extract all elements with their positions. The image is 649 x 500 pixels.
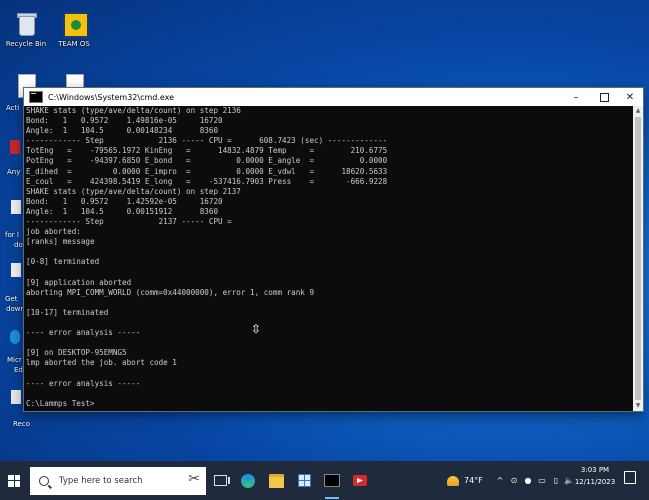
app-taskbar-button[interactable] — [346, 461, 374, 500]
weather-icon — [447, 475, 459, 486]
console-line: SHAKE stats (type/ave/delta/count) on st… — [26, 186, 241, 196]
scroll-up-icon[interactable]: ▲ — [633, 106, 643, 116]
recycle-bin-icon[interactable]: Recycle Bin — [0, 10, 52, 48]
weather-temp: 74°F — [464, 476, 483, 485]
desktop-partial-label: Acti — [6, 104, 20, 112]
battery-icon[interactable]: ▯ — [549, 461, 563, 500]
desktop-partial-label: do — [14, 241, 23, 249]
console-output[interactable]: SHAKE stats (type/ave/delta/count) on st… — [24, 106, 635, 411]
console-line: [9] on DESKTOP-95EMNG5 — [26, 348, 127, 358]
desktop-partial-label: Any — [7, 168, 21, 176]
window-titlebar[interactable]: C:\Windows\System32\cmd.exe – ✕ — [24, 88, 643, 106]
console-line: ------------ Step 2136 ----- CPU = 608.7… — [26, 136, 388, 146]
search-icon — [39, 475, 49, 486]
console-line: [10-17] terminated — [26, 307, 109, 317]
console-line: ---- error analysis ----- — [26, 328, 141, 338]
network-icon[interactable]: ▭ — [535, 461, 549, 500]
desktop-partial-label: Reco — [13, 420, 30, 428]
clock-time: 3:03 PM — [580, 466, 610, 474]
console-line: ------------ Step 2137 ----- CPU = — [26, 217, 232, 227]
notification-icon[interactable] — [624, 471, 636, 484]
taskbar-clock[interactable]: 3:03 PM 12/11/2023 — [573, 464, 617, 488]
console-line: Angle: 1 104.5 0.00151912 8360 — [26, 206, 219, 216]
red-app-icon — [353, 475, 367, 486]
search-highlight-icon: ✂ — [188, 470, 200, 487]
minimize-button[interactable]: – — [562, 88, 590, 106]
task-view-button[interactable] — [206, 461, 234, 500]
console-line: lmp aborted the job. abort code 1 — [26, 358, 177, 368]
cmd-icon — [29, 91, 43, 103]
clock-date: 12/11/2023 — [574, 478, 616, 486]
minimize-icon: – — [573, 91, 579, 103]
file-explorer-button[interactable] — [262, 461, 290, 500]
team-os-glyph-icon — [60, 10, 89, 38]
document-icon — [11, 390, 21, 404]
desktop-partial-label: for I — [5, 231, 19, 239]
console-line: ---- error analysis ----- — [26, 378, 141, 388]
team-os-label: TEAM OS — [58, 40, 90, 48]
document-icon — [11, 263, 21, 277]
start-button[interactable] — [0, 461, 28, 500]
store-icon — [297, 474, 311, 487]
team-os-icon[interactable]: TEAM OS — [48, 10, 100, 48]
console-line: Angle: 1 104.5 0.00148234 8360 — [26, 126, 219, 136]
maximize-button[interactable] — [590, 88, 618, 106]
console-line: Bond: 1 0.9572 1.42592e-05 16720 — [26, 196, 223, 206]
search-placeholder: Type here to search — [59, 475, 143, 486]
console-line: aborting MPI_COMM_WORLD (comm=0x44000000… — [26, 287, 315, 297]
tray-app-icon[interactable]: ⊙ — [507, 461, 521, 500]
task-view-icon — [213, 475, 230, 486]
vertical-scrollbar[interactable]: ▲ ▼ — [633, 106, 643, 411]
show-hidden-icons-button[interactable]: ^ — [493, 461, 507, 500]
close-button[interactable]: ✕ — [616, 88, 644, 106]
desktop-partial-label: down — [6, 305, 25, 313]
folder-icon — [268, 473, 284, 488]
edge-icon — [10, 330, 20, 344]
console-line: PotEng = -94397.6850 E_bond = 0.0000 E_a… — [26, 156, 388, 166]
desktop-partial-label: Micr — [7, 356, 22, 364]
resize-cursor-icon: ⇳ — [251, 322, 262, 336]
scroll-down-icon[interactable]: ▼ — [633, 401, 643, 411]
cmd-icon — [324, 474, 340, 487]
console-line: SHAKE stats (type/ave/delta/count) on st… — [26, 106, 241, 115]
scrollbar-thumb[interactable] — [635, 117, 641, 400]
search-box[interactable]: Type here to search ✂ — [30, 466, 206, 495]
close-icon: ✕ — [625, 91, 635, 103]
store-button[interactable] — [290, 461, 318, 500]
recycle-bin-glyph-icon — [12, 10, 40, 38]
console-line: C:\Lammps Test> — [26, 398, 95, 408]
recycle-bin-label: Recycle Bin — [5, 40, 47, 48]
windows-logo-icon — [8, 474, 20, 487]
desktop-partial-label: Ed — [14, 366, 23, 374]
console-line: job aborted: — [26, 227, 81, 237]
console-line: E_coul = 424398.5419 E_long = -537416.79… — [26, 176, 388, 186]
weather-widget[interactable]: 74°F — [447, 461, 483, 500]
chevron-up-icon: ^ — [496, 476, 504, 485]
cmd-taskbar-button[interactable] — [318, 461, 346, 500]
edge-icon — [241, 473, 255, 488]
window-title: C:\Windows\System32\cmd.exe — [48, 92, 175, 102]
maximize-icon — [599, 92, 609, 102]
cmd-window[interactable]: C:\Windows\System32\cmd.exe – ✕ SHAKE st… — [24, 88, 643, 411]
console-line: [ranks] message — [26, 237, 95, 247]
console-line: Bond: 1 0.9572 1.49816e-05 16720 — [26, 116, 223, 126]
tray-app-icon-2[interactable]: ● — [521, 461, 535, 500]
edge-button[interactable] — [234, 461, 262, 500]
desktop-partial-label: Get — [5, 295, 18, 303]
console-line: [0-8] terminated — [26, 257, 100, 267]
document-icon — [11, 200, 21, 214]
console-line: TotEng = -79565.1972 KinEng = 14832.4879… — [26, 146, 388, 156]
app-tile-icon — [10, 140, 20, 154]
console-line: E_dihed = 0.0000 E_impro = 0.0000 E_vdwl… — [26, 166, 388, 176]
console-line: [9] application aborted — [26, 277, 132, 287]
